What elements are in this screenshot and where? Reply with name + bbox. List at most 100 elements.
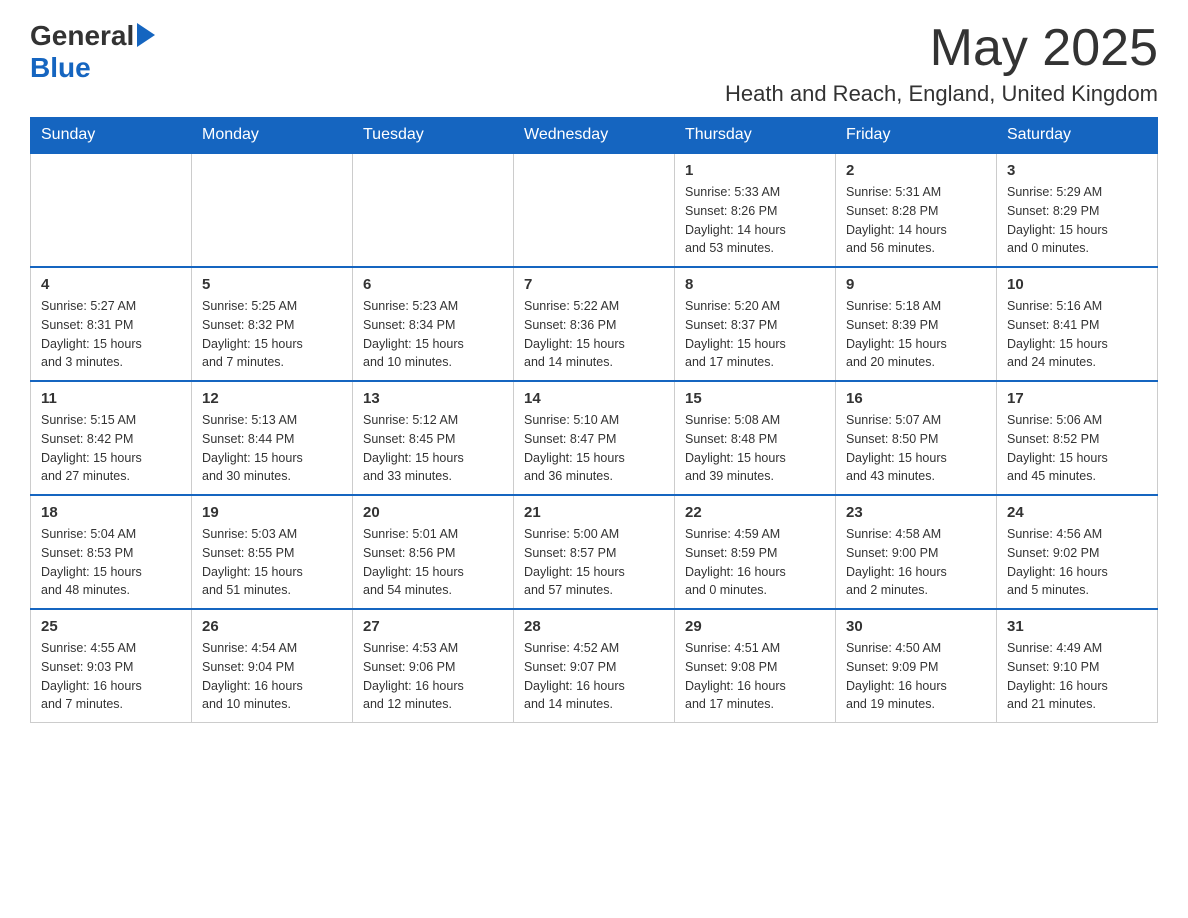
calendar-cell: 23 Sunrise: 4:58 AM Sunset: 9:00 PM Dayli… (836, 495, 997, 609)
day-info: Sunrise: 5:25 AM Sunset: 8:32 PM Dayligh… (202, 297, 342, 372)
day-number: 27 (363, 618, 503, 635)
day-number: 31 (1007, 618, 1147, 635)
day-info: Sunrise: 4:59 AM Sunset: 8:59 PM Dayligh… (685, 525, 825, 600)
calendar-cell: 14Sunrise: 5:10 AM Sunset: 8:47 PM Dayli… (514, 381, 675, 495)
calendar-cell: 29Sunrise: 4:51 AM Sunset: 9:08 PM Dayli… (675, 609, 836, 723)
calendar-header-thursday: Thursday (675, 118, 836, 154)
day-info: Sunrise: 5:00 AM Sunset: 8:57 PM Dayligh… (524, 525, 664, 600)
day-number: 13 (363, 390, 503, 407)
day-info: Sunrise: 5:04 AM Sunset: 8:53 PM Dayligh… (41, 525, 181, 600)
calendar-week-row: 4Sunrise: 5:27 AM Sunset: 8:31 PM Daylig… (31, 267, 1158, 381)
calendar-cell: 17Sunrise: 5:06 AM Sunset: 8:52 PM Dayli… (997, 381, 1158, 495)
calendar-table: SundayMondayTuesdayWednesdayThursdayFrid… (30, 117, 1158, 723)
day-number: 19 (202, 504, 342, 521)
day-number: 24 (1007, 504, 1147, 521)
calendar-week-row: 11 Sunrise: 5:15 AM Sunset: 8:42 PM Dayli… (31, 381, 1158, 495)
day-info: Sunrise: 5:16 AM Sunset: 8:41 PM Dayligh… (1007, 297, 1147, 372)
calendar-header-wednesday: Wednesday (514, 118, 675, 154)
calendar-week-row: 25Sunrise: 4:55 AM Sunset: 9:03 PM Dayli… (31, 609, 1158, 723)
day-number: 25 (41, 618, 181, 635)
logo-general-text: General (30, 20, 134, 52)
calendar-cell: 2 Sunrise: 5:31 AM Sunset: 8:28 PM Daylig… (836, 153, 997, 267)
day-info: Sunrise: 4:58 AM Sunset: 9:00 PM Dayligh… (846, 525, 986, 600)
calendar-header-saturday: Saturday (997, 118, 1158, 154)
day-number: 20 (363, 504, 503, 521)
calendar-cell: 6 Sunrise: 5:23 AM Sunset: 8:34 PM Daylig… (353, 267, 514, 381)
calendar-cell: 24 Sunrise: 4:56 AM Sunset: 9:02 PM Dayli… (997, 495, 1158, 609)
calendar-cell: 15 Sunrise: 5:08 AM Sunset: 8:48 PM Dayli… (675, 381, 836, 495)
calendar-cell: 13 Sunrise: 5:12 AM Sunset: 8:45 PM Dayli… (353, 381, 514, 495)
day-number: 15 (685, 390, 825, 407)
day-info: Sunrise: 5:31 AM Sunset: 8:28 PM Dayligh… (846, 183, 986, 258)
calendar-cell (31, 153, 192, 267)
day-number: 28 (524, 618, 664, 635)
day-number: 3 (1007, 162, 1147, 179)
calendar-cell: 31 Sunrise: 4:49 AM Sunset: 9:10 PM Dayli… (997, 609, 1158, 723)
logo-blue-text: Blue (30, 52, 91, 83)
day-info: Sunrise: 5:33 AM Sunset: 8:26 PM Dayligh… (685, 183, 825, 258)
day-info: Sunrise: 5:07 AM Sunset: 8:50 PM Dayligh… (846, 411, 986, 486)
day-number: 16 (846, 390, 986, 407)
day-info: Sunrise: 5:20 AM Sunset: 8:37 PM Dayligh… (685, 297, 825, 372)
calendar-cell: 8 Sunrise: 5:20 AM Sunset: 8:37 PM Daylig… (675, 267, 836, 381)
calendar-cell: 4Sunrise: 5:27 AM Sunset: 8:31 PM Daylig… (31, 267, 192, 381)
calendar-cell: 30Sunrise: 4:50 AM Sunset: 9:09 PM Dayli… (836, 609, 997, 723)
day-info: Sunrise: 4:56 AM Sunset: 9:02 PM Dayligh… (1007, 525, 1147, 600)
calendar-cell: 20 Sunrise: 5:01 AM Sunset: 8:56 PM Dayli… (353, 495, 514, 609)
calendar-cell: 28 Sunrise: 4:52 AM Sunset: 9:07 PM Dayli… (514, 609, 675, 723)
day-number: 11 (41, 390, 181, 407)
calendar-header-monday: Monday (192, 118, 353, 154)
day-number: 22 (685, 504, 825, 521)
day-number: 12 (202, 390, 342, 407)
day-number: 5 (202, 276, 342, 293)
calendar-cell (192, 153, 353, 267)
day-number: 7 (524, 276, 664, 293)
logo-triangle-icon (137, 23, 155, 47)
calendar-cell (514, 153, 675, 267)
month-title: May 2025 (725, 20, 1158, 77)
logo: General Blue (30, 20, 155, 84)
calendar-cell: 3Sunrise: 5:29 AM Sunset: 8:29 PM Daylig… (997, 153, 1158, 267)
day-number: 1 (685, 162, 825, 179)
day-number: 23 (846, 504, 986, 521)
day-info: Sunrise: 5:23 AM Sunset: 8:34 PM Dayligh… (363, 297, 503, 372)
day-info: Sunrise: 5:15 AM Sunset: 8:42 PM Dayligh… (41, 411, 181, 486)
day-info: Sunrise: 4:51 AM Sunset: 9:08 PM Dayligh… (685, 639, 825, 714)
calendar-cell: 1 Sunrise: 5:33 AM Sunset: 8:26 PM Daylig… (675, 153, 836, 267)
calendar-header-friday: Friday (836, 118, 997, 154)
calendar-cell: 7 Sunrise: 5:22 AM Sunset: 8:36 PM Daylig… (514, 267, 675, 381)
day-info: Sunrise: 4:49 AM Sunset: 9:10 PM Dayligh… (1007, 639, 1147, 714)
day-info: Sunrise: 4:52 AM Sunset: 9:07 PM Dayligh… (524, 639, 664, 714)
calendar-header-row: SundayMondayTuesdayWednesdayThursdayFrid… (31, 118, 1158, 154)
day-info: Sunrise: 5:12 AM Sunset: 8:45 PM Dayligh… (363, 411, 503, 486)
calendar-cell: 10 Sunrise: 5:16 AM Sunset: 8:41 PM Dayli… (997, 267, 1158, 381)
calendar-week-row: 18 Sunrise: 5:04 AM Sunset: 8:53 PM Dayli… (31, 495, 1158, 609)
page-header: General Blue May 2025 Heath and Reach, E… (30, 20, 1158, 107)
day-number: 17 (1007, 390, 1147, 407)
day-info: Sunrise: 4:50 AM Sunset: 9:09 PM Dayligh… (846, 639, 986, 714)
day-info: Sunrise: 5:18 AM Sunset: 8:39 PM Dayligh… (846, 297, 986, 372)
calendar-cell: 19 Sunrise: 5:03 AM Sunset: 8:55 PM Dayli… (192, 495, 353, 609)
calendar-cell: 21Sunrise: 5:00 AM Sunset: 8:57 PM Dayli… (514, 495, 675, 609)
day-number: 8 (685, 276, 825, 293)
calendar-cell: 27Sunrise: 4:53 AM Sunset: 9:06 PM Dayli… (353, 609, 514, 723)
day-info: Sunrise: 5:10 AM Sunset: 8:47 PM Dayligh… (524, 411, 664, 486)
day-number: 6 (363, 276, 503, 293)
day-number: 2 (846, 162, 986, 179)
day-info: Sunrise: 5:01 AM Sunset: 8:56 PM Dayligh… (363, 525, 503, 600)
day-number: 18 (41, 504, 181, 521)
calendar-header-tuesday: Tuesday (353, 118, 514, 154)
calendar-cell: 16 Sunrise: 5:07 AM Sunset: 8:50 PM Dayli… (836, 381, 997, 495)
day-info: Sunrise: 5:03 AM Sunset: 8:55 PM Dayligh… (202, 525, 342, 600)
calendar-week-row: 1 Sunrise: 5:33 AM Sunset: 8:26 PM Daylig… (31, 153, 1158, 267)
day-info: Sunrise: 5:13 AM Sunset: 8:44 PM Dayligh… (202, 411, 342, 486)
day-info: Sunrise: 5:08 AM Sunset: 8:48 PM Dayligh… (685, 411, 825, 486)
title-block: May 2025 Heath and Reach, England, Unite… (725, 20, 1158, 107)
calendar-cell: 18 Sunrise: 5:04 AM Sunset: 8:53 PM Dayli… (31, 495, 192, 609)
day-number: 26 (202, 618, 342, 635)
calendar-cell: 12 Sunrise: 5:13 AM Sunset: 8:44 PM Dayli… (192, 381, 353, 495)
calendar-cell (353, 153, 514, 267)
day-number: 10 (1007, 276, 1147, 293)
day-info: Sunrise: 5:22 AM Sunset: 8:36 PM Dayligh… (524, 297, 664, 372)
calendar-cell: 26Sunrise: 4:54 AM Sunset: 9:04 PM Dayli… (192, 609, 353, 723)
